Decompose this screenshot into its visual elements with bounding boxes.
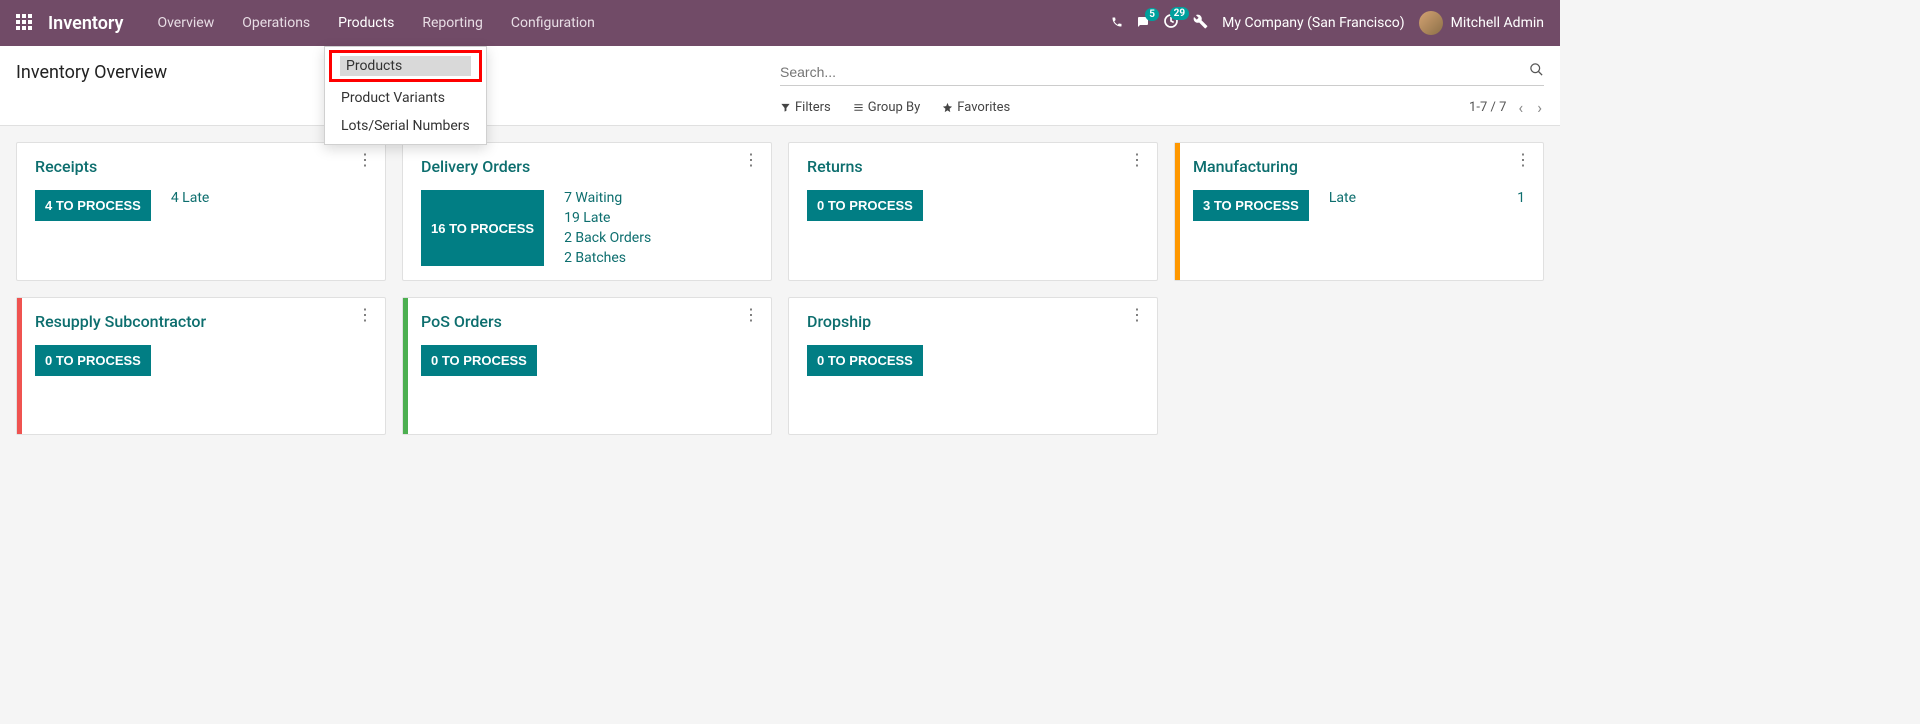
process-button[interactable]: 0 TO PROCESS [807,345,923,376]
card-menu-icon[interactable]: ⋮ [357,157,373,163]
filters-button[interactable]: Filters [780,100,831,115]
menu-configuration[interactable]: Configuration [497,2,609,44]
card-title[interactable]: Resupply Subcontractor [35,312,367,331]
card-stripe [17,298,22,434]
card-menu-icon[interactable]: ⋮ [1129,312,1145,318]
dropdown-item-lots-serial[interactable]: Lots/Serial Numbers [325,112,486,140]
pager-prev[interactable]: ‹ [1516,98,1525,117]
card-title[interactable]: Receipts [35,157,367,176]
app-brand[interactable]: Inventory [48,13,123,34]
kanban-card: Dropship⋮ 0 TO PROCESS [788,297,1158,435]
process-button[interactable]: 16 TO PROCESS [421,190,544,266]
process-button[interactable]: 0 TO PROCESS [421,345,537,376]
card-title[interactable]: Returns [807,157,1139,176]
card-title[interactable]: Manufacturing [1193,157,1525,176]
kanban-card: Returns⋮ 0 TO PROCESS [788,142,1158,281]
main-menu: Overview Operations Products Reporting C… [143,2,608,44]
avatar [1419,11,1443,35]
card-title[interactable]: Dropship [807,312,1139,331]
menu-operations[interactable]: Operations [228,2,324,44]
card-title[interactable]: Delivery Orders [421,157,753,176]
card-extra-link[interactable]: 2 Back Orders [564,230,651,246]
products-dropdown: Products Product Variants Lots/Serial Nu… [324,46,487,145]
main-navbar: Inventory Overview Operations Products R… [0,0,1560,46]
search-icon[interactable] [1529,62,1544,81]
groupby-button[interactable]: Group By [853,100,921,115]
process-button[interactable]: 4 TO PROCESS [35,190,151,221]
dropdown-item-product-variants[interactable]: Product Variants [325,84,486,112]
process-button[interactable]: 0 TO PROCESS [807,190,923,221]
card-title[interactable]: PoS Orders [421,312,753,331]
kanban-card: Delivery Orders⋮ 16 TO PROCESS 7 Waiting 19… [402,142,772,281]
menu-reporting[interactable]: Reporting [408,2,497,44]
card-menu-icon[interactable]: ⋮ [743,312,759,318]
inline-label[interactable]: Late [1329,190,1356,206]
phone-icon[interactable] [1111,14,1123,32]
card-menu-icon[interactable]: ⋮ [1515,157,1531,163]
card-stripe [403,298,408,434]
activities-badge: 29 [1170,7,1189,20]
debug-icon[interactable] [1193,14,1208,33]
pager-text: 1-7 / 7 [1469,100,1506,115]
kanban-card: PoS Orders⋮ 0 TO PROCESS [402,297,772,435]
dropdown-item-products[interactable]: Products [329,50,482,82]
search-input[interactable] [780,64,1529,80]
kanban-board: Receipts⋮4 TO PROCESS4 LateDelivery Orde… [0,126,1560,451]
control-panel: Inventory Overview Filters Group By Favo… [0,46,1560,126]
card-stripe [1175,143,1180,280]
process-button[interactable]: 0 TO PROCESS [35,345,151,376]
menu-products[interactable]: Products [324,2,408,44]
card-inline-stat: Late 1 [1329,190,1525,221]
user-menu[interactable]: Mitchell Admin [1419,11,1544,35]
menu-overview[interactable]: Overview [143,2,228,44]
kanban-card: Manufacturing⋮ 3 TO PROCESS Late 1 [1174,142,1544,281]
messages-badge: 5 [1145,8,1159,21]
favorites-button[interactable]: Favorites [942,100,1010,115]
card-extra-link[interactable]: 7 Waiting [564,190,651,206]
search-bar[interactable] [780,58,1544,86]
card-menu-icon[interactable]: ⋮ [743,157,759,163]
company-selector[interactable]: My Company (San Francisco) [1222,15,1404,31]
user-name: Mitchell Admin [1451,15,1544,31]
card-extra-link[interactable]: 4 Late [171,190,210,206]
kanban-card: Receipts⋮ 4 TO PROCESS 4 Late [16,142,386,281]
apps-icon[interactable] [16,14,34,32]
card-menu-icon[interactable]: ⋮ [1129,157,1145,163]
activities-icon[interactable]: 29 [1163,13,1179,33]
inline-value: 1 [1517,190,1525,206]
card-extra-link[interactable]: 2 Batches [564,250,651,266]
card-extras: 4 Late [171,190,210,221]
card-menu-icon[interactable]: ⋮ [357,312,373,318]
process-button[interactable]: 3 TO PROCESS [1193,190,1309,221]
card-extras: 7 Waiting 19 Late 2 Back Orders 2 Batches [564,190,651,266]
messages-icon[interactable]: 5 [1137,14,1149,32]
pager-next[interactable]: › [1535,98,1544,117]
pager: 1-7 / 7 ‹ › [1469,98,1544,117]
card-extra-link[interactable]: 19 Late [564,210,651,226]
kanban-card: Resupply Subcontractor⋮ 0 TO PROCESS [16,297,386,435]
